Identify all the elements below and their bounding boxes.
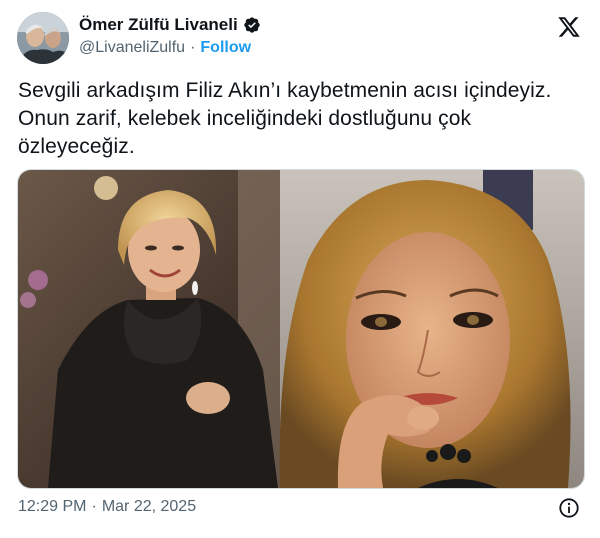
author-display-name[interactable]: Ömer Zülfü Livaneli — [79, 15, 238, 35]
tweet-text-line: özleyeceğiz. — [18, 135, 135, 158]
tweet-date: Mar 22, 2025 — [101, 498, 197, 515]
x-logo-icon[interactable] — [557, 15, 581, 39]
photo-right — [279, 170, 584, 488]
tweet-text-line: Onun zarif, kelebek inceliğindeki dostlu… — [18, 107, 472, 130]
author-handle-row: @LivaneliZulfu · Follow — [79, 39, 251, 57]
handle-separator: · — [190, 39, 196, 56]
tweet-timestamp[interactable]: 12:29 PM · Mar 22, 2025 — [18, 498, 196, 516]
tweet-time: 12:29 PM — [18, 498, 87, 515]
tweet-media[interactable] — [17, 169, 585, 489]
timestamp-separator: · — [91, 498, 97, 515]
follow-button[interactable]: Follow — [200, 39, 251, 57]
tweet-text-line: Sevgili arkadışım Filiz Akın’ı kaybetmen… — [18, 79, 552, 102]
author-name-row: Ömer Zülfü Livaneli — [79, 15, 261, 35]
author-avatar[interactable] — [17, 12, 69, 64]
photo-left — [18, 170, 318, 488]
verified-badge-icon — [244, 17, 260, 33]
tweet-text: Sevgili arkadışım Filiz Akın’ı kaybetmen… — [18, 77, 582, 161]
author-handle[interactable]: @LivaneliZulfu — [79, 39, 185, 57]
info-icon[interactable] — [558, 497, 580, 519]
tweet-card: Ömer Zülfü Livaneli @LivaneliZulfu · Fol… — [0, 0, 600, 538]
